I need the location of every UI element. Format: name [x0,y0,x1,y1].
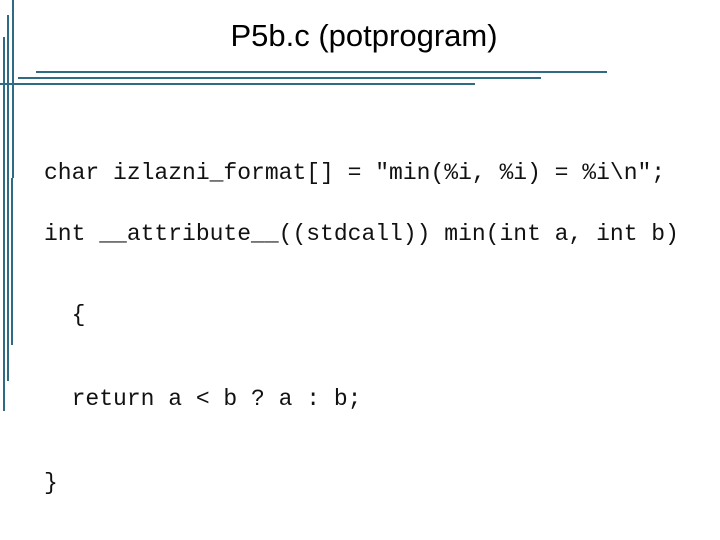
decorative-vertical-rule [11,178,13,345]
code-function-block: int __attribute__((stdcall)) min(int a, … [44,164,679,525]
decorative-horizontal-rule [18,77,541,79]
code-line: } [44,470,58,496]
slide-title: P5b.c (potprogram) [230,18,498,53]
code-line: return a < b ? a : b; [44,386,362,412]
code-line: int __attribute__((stdcall)) min(int a, … [44,221,679,247]
code-line: { [44,302,86,328]
decorative-horizontal-rule [0,83,475,85]
decorative-vertical-rule [3,37,5,411]
decorative-vertical-rule [7,15,9,381]
decorative-horizontal-rule [36,71,607,73]
